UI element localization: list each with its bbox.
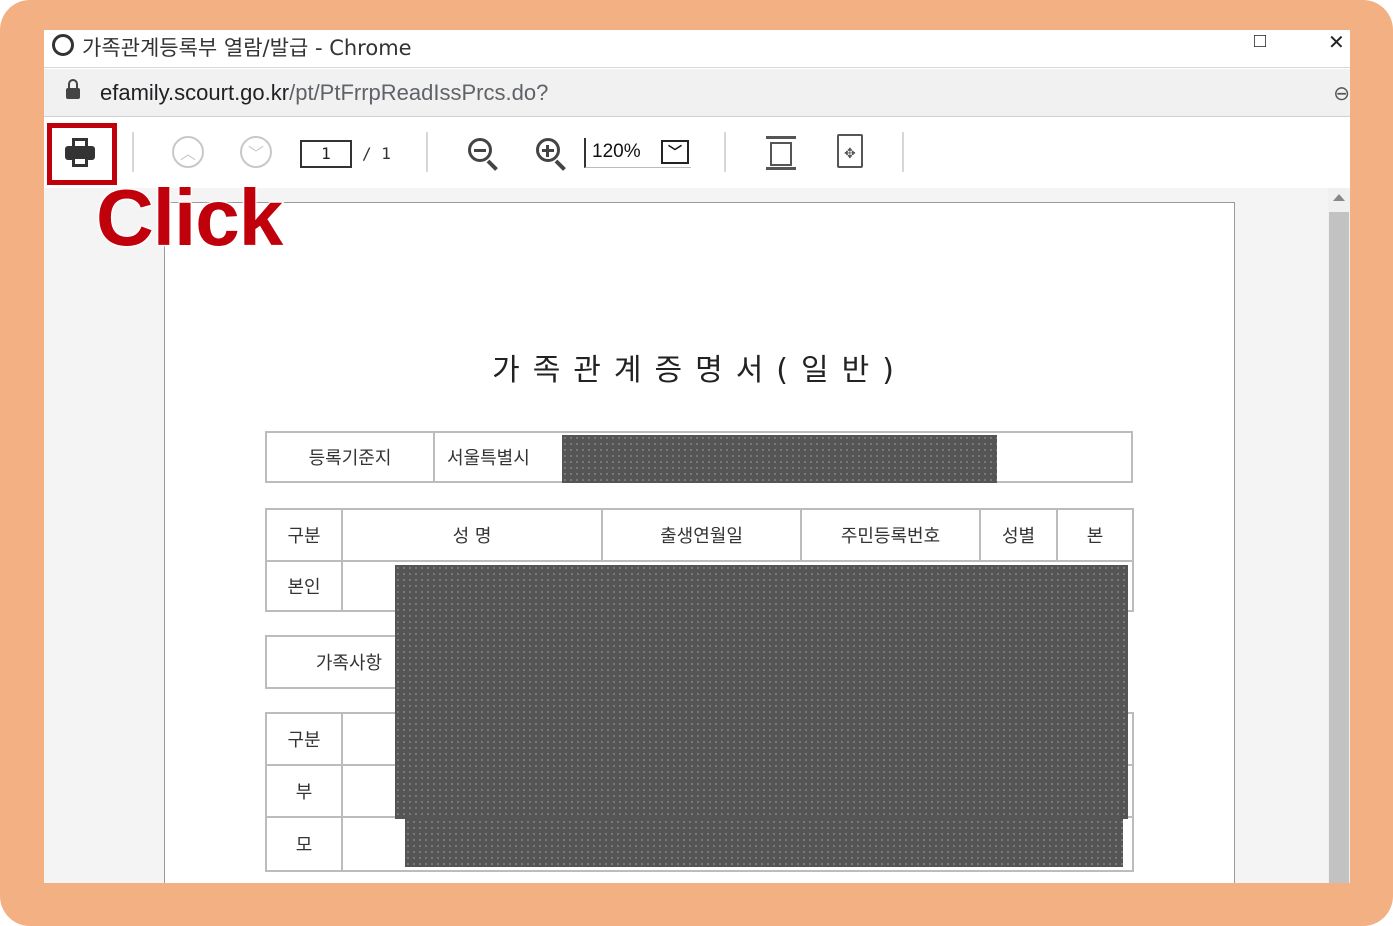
move-icon: ✥ — [836, 134, 864, 168]
pdf-page: 가족관계증명서(일반) 등록기준지 서울특별시 구분 성 명 출생연월일 주민등… — [164, 202, 1235, 883]
maximize-button[interactable]: □ — [1254, 30, 1266, 53]
header-resident-number: 주민등록번호 — [800, 508, 981, 562]
fit-page-icon — [766, 136, 796, 170]
click-callout: Click — [95, 173, 284, 262]
header-gender: 성별 — [979, 508, 1058, 562]
address-bar[interactable]: efamily.scourt.go.kr/pt/PtFrrpReadIssPrc… — [44, 69, 1350, 117]
pan-mode-button[interactable]: ✥ — [836, 134, 864, 168]
self-label: 본인 — [265, 560, 343, 612]
redaction-block — [395, 565, 1128, 819]
title-bar: 가족관계등록부 열람/발급 - Chrome □ ✕ — [44, 30, 1350, 68]
url-path: /pt/PtFrrpReadIssPrcs.do? — [289, 80, 549, 105]
window-title: 가족관계등록부 열람/발급 - Chrome — [82, 36, 412, 60]
url-domain: efamily.scourt.go.kr — [100, 80, 290, 105]
header-birthdate: 출생연월일 — [601, 508, 802, 562]
toolbar-divider — [724, 132, 726, 172]
family-header-division: 구분 — [265, 712, 343, 766]
redaction-block — [562, 435, 997, 483]
zoom-indicator-icon[interactable]: ⊖ — [1333, 81, 1350, 106]
chevron-down-icon: ﹀ — [247, 146, 264, 163]
zoom-select[interactable]: 120% ﹀ — [584, 138, 691, 168]
chevron-up-icon: ︿ — [179, 146, 196, 163]
chrome-icon — [52, 34, 74, 56]
scroll-up-arrow-icon[interactable] — [1333, 194, 1345, 201]
fit-page-button[interactable] — [766, 136, 796, 170]
toolbar-divider — [426, 132, 428, 172]
scrollbar-thumb[interactable] — [1329, 212, 1349, 883]
vertical-scrollbar[interactable] — [1328, 188, 1350, 883]
chevron-down-icon: ﹀ — [661, 140, 689, 164]
zoom-out-button[interactable] — [466, 136, 500, 171]
zoom-value: 120% — [592, 141, 641, 162]
next-page-button[interactable]: ﹀ — [240, 136, 272, 168]
header-division: 구분 — [265, 508, 343, 562]
registry-label: 등록기준지 — [265, 431, 435, 483]
zoom-in-button[interactable] — [534, 136, 568, 171]
pdf-viewer[interactable]: 가족관계증명서(일반) 등록기준지 서울특별시 구분 성 명 출생연월일 주민등… — [44, 188, 1350, 883]
header-name: 성 명 — [341, 508, 603, 562]
toolbar-divider — [132, 132, 134, 172]
lock-icon — [66, 79, 80, 101]
page-total: / 1 — [362, 144, 391, 163]
father-label: 부 — [265, 764, 343, 818]
toolbar-divider — [902, 132, 904, 172]
page-number-input[interactable]: 1 — [300, 140, 352, 168]
zoom-out-icon — [466, 136, 500, 171]
mother-label: 모 — [265, 816, 343, 872]
header-origin: 본 — [1056, 508, 1134, 562]
close-button[interactable]: ✕ — [1328, 30, 1345, 55]
zoom-in-icon — [534, 136, 568, 171]
url-text[interactable]: efamily.scourt.go.kr/pt/PtFrrpReadIssPrc… — [100, 80, 548, 106]
browser-window: 가족관계등록부 열람/발급 - Chrome □ ✕ efamily.scour… — [44, 30, 1350, 883]
previous-page-button[interactable]: ︿ — [172, 136, 204, 168]
redaction-block — [405, 819, 1123, 867]
document-title: 가족관계증명서(일반) — [492, 353, 907, 388]
